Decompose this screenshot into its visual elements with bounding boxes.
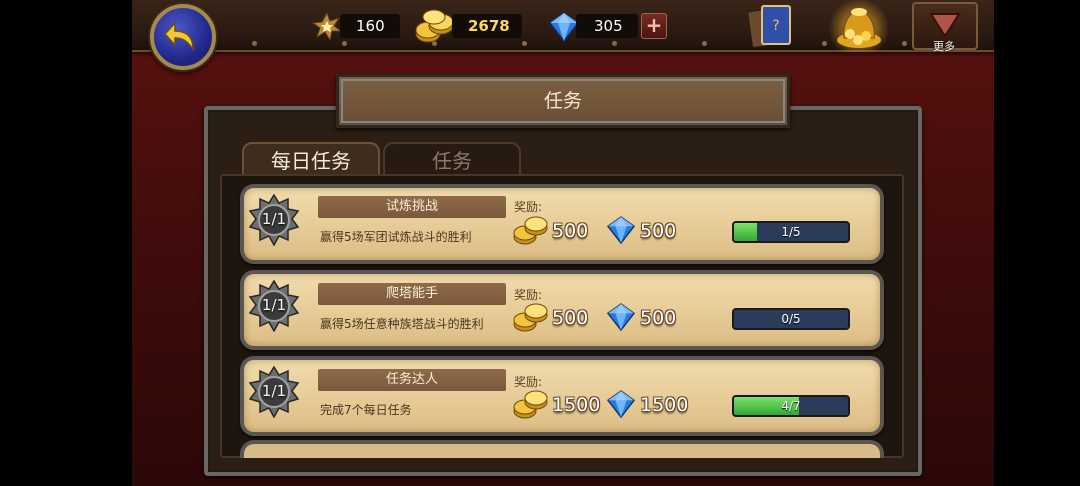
quest-row-partial[interactable]: [240, 440, 884, 458]
star-count: 160: [356, 17, 385, 35]
gem-counter: 305: [576, 14, 638, 38]
gold-reward: 1500: [552, 394, 601, 416]
star-icon: [312, 12, 342, 42]
game-screen: 160 2678 305 + ? 更多 任务 每日任务 任务 1/1 试炼挑战 …: [132, 0, 994, 486]
quest-description: 赢得5场任意种族塔战斗的胜利: [320, 317, 484, 331]
plus-icon: +: [645, 13, 663, 37]
quest-title: 试炼挑战: [318, 196, 506, 218]
gem-reward: 500: [640, 220, 677, 242]
gold-count: 2678: [468, 17, 510, 35]
gold-coins-icon: [513, 390, 548, 419]
quest-description: 赢得5场军团试炼战斗的胜利: [320, 230, 472, 244]
quest-progress-bar: 1/5: [732, 221, 850, 243]
progress-text: 1/5: [781, 225, 801, 239]
gold-coins-icon: [513, 216, 548, 245]
gold-coins-icon: [415, 9, 454, 43]
back-button[interactable]: [150, 4, 216, 70]
gold-reward: 500: [552, 307, 589, 329]
treasure-chest-button[interactable]: [828, 0, 890, 52]
quest-progress-bar: 4/7: [732, 395, 850, 417]
quest-title: 任务达人: [318, 369, 506, 391]
svg-text:?: ?: [772, 18, 779, 34]
card-deck-button[interactable]: ?: [744, 2, 800, 50]
more-label: 更多: [933, 40, 955, 53]
star-counter: 160: [340, 14, 400, 38]
gem-reward: 500: [640, 307, 677, 329]
panel-title: 任务: [336, 74, 790, 128]
blue-gem-icon: [606, 303, 636, 331]
progress-text: 0/5: [781, 312, 801, 326]
blue-gem-icon: [606, 216, 636, 244]
tab-quests[interactable]: 任务: [383, 142, 521, 176]
quest-title: 爬塔能手: [318, 283, 506, 305]
reward-label: 奖励:: [514, 200, 543, 214]
medal-count: 1/1: [261, 296, 287, 314]
gold-coins-icon: [513, 303, 548, 332]
quest-description: 完成7个每日任务: [320, 403, 412, 417]
gem-reward: 1500: [640, 394, 689, 416]
progress-text: 4/7: [781, 399, 801, 413]
gold-treasure-icon: [837, 8, 881, 48]
add-gems-button[interactable]: +: [641, 13, 667, 39]
card-deck-icon: ?: [747, 5, 791, 48]
quest-progress-bar: 0/5: [732, 308, 850, 330]
gold-reward: 500: [552, 220, 589, 242]
medal-count: 1/1: [261, 382, 287, 400]
blue-gem-icon: [606, 390, 636, 418]
gem-count: 305: [594, 17, 623, 35]
back-arrow-icon: [163, 21, 194, 52]
tab-daily-quests[interactable]: 每日任务: [242, 142, 380, 176]
gold-counter: 2678: [452, 14, 522, 38]
medal-count: 1/1: [261, 210, 287, 228]
